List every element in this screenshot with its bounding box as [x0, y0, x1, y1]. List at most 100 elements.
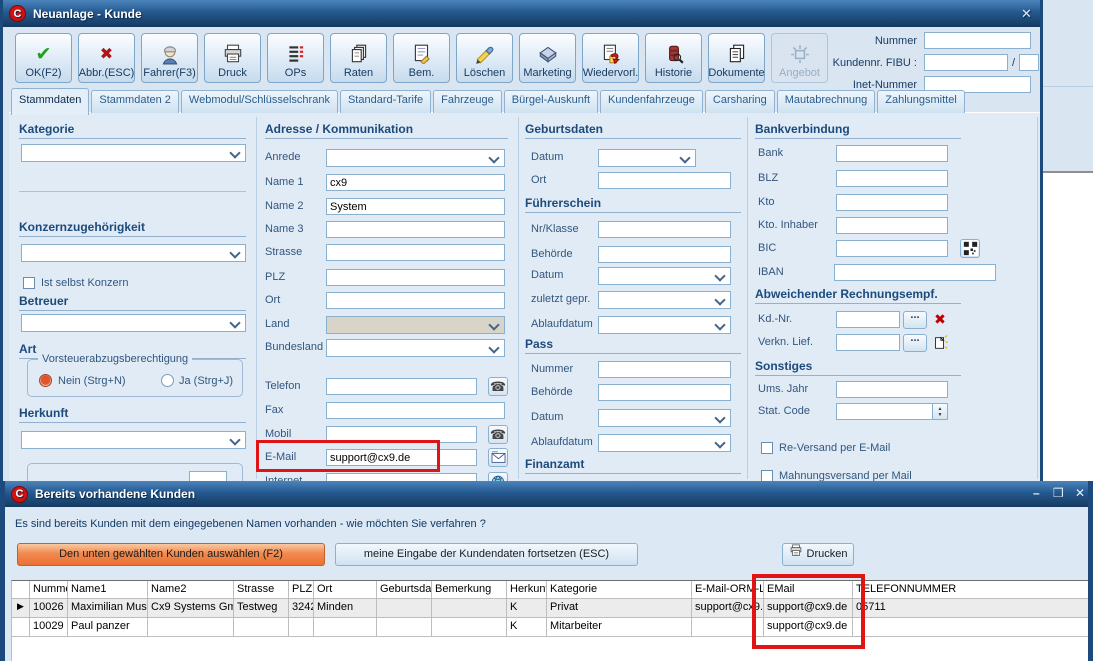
tab-stammdaten-2[interactable]: Stammdaten 2 — [91, 90, 179, 113]
close-icon[interactable]: ✕ — [1075, 486, 1085, 500]
tab-kundenfahrzeuge[interactable]: Kundenfahrzeuge — [600, 90, 703, 113]
select-land[interactable] — [326, 316, 505, 334]
tab-standard-tarife[interactable]: Standard-Tarife — [340, 90, 431, 113]
grid-header-kategorie[interactable]: Kategorie — [547, 581, 692, 599]
grid-header-bemerkung[interactable]: Bemerkung — [432, 581, 507, 599]
select-datum[interactable] — [598, 267, 731, 285]
toolbar-button-ops[interactable]: OPs — [267, 33, 324, 83]
main-titlebar[interactable]: C Neuanlage - Kunde ✕ — [3, 0, 1040, 27]
toolbar-button-bem[interactable]: Bem. — [393, 33, 450, 83]
input-telefon[interactable] — [326, 378, 477, 395]
select-datum[interactable] — [598, 409, 731, 427]
spinner-stepper[interactable]: ▲▼ — [932, 403, 948, 420]
betreuer-select[interactable] — [21, 314, 246, 332]
input-name-2[interactable] — [326, 198, 505, 215]
new-doc-icon[interactable] — [930, 333, 950, 352]
input-e-mail[interactable] — [326, 449, 477, 466]
input-kto[interactable] — [836, 194, 948, 211]
tab-mautabrechnung[interactable]: Mautabrechnung — [777, 90, 876, 113]
phone-icon[interactable]: ☎ — [488, 425, 508, 444]
partial-input[interactable] — [189, 471, 227, 481]
herkunft-select[interactable] — [21, 431, 246, 449]
select-ablaufdatum[interactable] — [598, 316, 731, 334]
input-behörde[interactable] — [598, 384, 731, 401]
re-versand-checkbox[interactable] — [761, 442, 773, 454]
tab-zahlungsmittel[interactable]: Zahlungsmittel — [877, 90, 965, 113]
tab-carsharing[interactable]: Carsharing — [705, 90, 775, 113]
kundennr-fibu-input[interactable] — [924, 54, 1008, 71]
grid-row[interactable]: 10029Paul panzerKMitarbeitersupport@cx9.… — [12, 618, 1092, 637]
input-nummer[interactable] — [598, 361, 731, 378]
row-selector-cell[interactable]: ▶ — [12, 599, 30, 618]
results-grid[interactable]: NummerName1Name2StrassePLZOrtGeburtsdatB… — [11, 580, 1092, 661]
grid-header-plz[interactable]: PLZ — [289, 581, 314, 599]
input-ums-jahr[interactable] — [836, 381, 948, 398]
toolbar-button-fahrer-f3[interactable]: Fahrer(F3) — [141, 33, 198, 83]
continue-entry-button[interactable]: meine Eingabe der Kundendaten fortsetzen… — [335, 543, 638, 566]
input-plz[interactable] — [326, 269, 505, 286]
input-mobil[interactable] — [326, 426, 477, 443]
tab-webmodul-schlüsselschrank[interactable]: Webmodul/Schlüsselschrank — [181, 90, 338, 113]
select-anrede[interactable] — [326, 149, 505, 167]
mahnungsversand-checkbox[interactable] — [761, 470, 773, 481]
grid-header-name2[interactable]: Name2 — [148, 581, 234, 599]
grid-header-e-mail-orm-l[interactable]: E-Mail-ORM-L — [692, 581, 764, 599]
toolbar-button-raten[interactable]: Raten — [330, 33, 387, 83]
input-fax[interactable] — [326, 402, 505, 419]
select-customer-button[interactable]: Den unten gewählten Kunden auswählen (F2… — [17, 543, 325, 566]
phone-icon[interactable]: ☎ — [488, 377, 508, 396]
input-iban[interactable] — [834, 264, 996, 281]
toolbar-button-druck[interactable]: Druck — [204, 33, 261, 83]
input-blz[interactable] — [836, 170, 948, 187]
toolbar-button-wiedervorl[interactable]: Wiedervorl. — [582, 33, 639, 83]
grid-row[interactable]: ▶10026Maximilian MustCx9 Systems GmTestw… — [12, 599, 1092, 618]
input-name-1[interactable] — [326, 174, 505, 191]
grid-header-nummer[interactable]: Nummer — [30, 581, 68, 599]
input-verkn-lief[interactable] — [836, 334, 900, 351]
delete-x-icon[interactable]: ✖ — [930, 310, 950, 329]
grid-header-strasse[interactable]: Strasse — [234, 581, 289, 599]
print-button[interactable]: Drucken — [782, 543, 854, 566]
input-bic[interactable] — [836, 240, 948, 257]
ellipsis-button[interactable]: ... — [903, 311, 927, 329]
input-ort[interactable] — [326, 292, 505, 309]
radio-nein[interactable] — [39, 374, 52, 387]
tab-fahrzeuge[interactable]: Fahrzeuge — [433, 90, 502, 113]
grid-header-telefonnummer[interactable]: TELEFONNUMMER — [853, 581, 1092, 599]
toolbar-button-ok-f2[interactable]: ✔OK(F2) — [15, 33, 72, 83]
grid-header-ort[interactable]: Ort — [314, 581, 377, 599]
tab-stammdaten[interactable]: Stammdaten — [11, 88, 89, 115]
toolbar-button-dokumente[interactable]: Dokumente — [708, 33, 765, 83]
grid-header-geburtsdat[interactable]: Geburtsdat — [377, 581, 432, 599]
input-nr-klasse[interactable] — [598, 221, 731, 238]
nummer-input[interactable] — [924, 32, 1031, 49]
dialog-titlebar[interactable]: C Bereits vorhandene Kunden — [5, 481, 1088, 507]
input-ort[interactable] — [598, 172, 731, 189]
qr-icon[interactable] — [960, 239, 980, 258]
select-bundesland[interactable] — [326, 339, 505, 357]
grid-header-herkunf[interactable]: Herkunf — [507, 581, 547, 599]
ist-selbst-konzern-checkbox[interactable] — [23, 277, 35, 289]
input-behörde[interactable] — [598, 246, 731, 263]
tab-bürgel-auskunft[interactable]: Bürgel-Auskunft — [504, 90, 598, 113]
input-internet[interactable] — [326, 473, 477, 481]
kundennr-fibu-suffix-input[interactable] — [1019, 54, 1039, 71]
minimize-icon[interactable]: – — [1033, 486, 1040, 500]
globe-icon[interactable] — [488, 472, 508, 481]
row-selector-cell[interactable] — [12, 618, 30, 637]
toolbar-button-historie[interactable]: Historie — [645, 33, 702, 83]
input-strasse[interactable] — [326, 244, 505, 261]
grid-header-email[interactable]: EMail — [764, 581, 853, 599]
input-kd-nr[interactable] — [836, 311, 900, 328]
radio-ja[interactable] — [161, 374, 174, 387]
ellipsis-button[interactable]: ... — [903, 334, 927, 352]
spin-down-icon[interactable]: ▼ — [938, 412, 943, 418]
select-ablaufdatum[interactable] — [598, 434, 731, 452]
input-bank[interactable] — [836, 145, 948, 162]
input-name-3[interactable] — [326, 221, 505, 238]
maximize-icon[interactable]: ❒ — [1053, 486, 1064, 500]
input-kto-inhaber[interactable] — [836, 217, 948, 234]
select-datum[interactable] — [598, 149, 696, 167]
kategorie-select[interactable] — [21, 144, 246, 162]
toolbar-button-marketing[interactable]: Marketing — [519, 33, 576, 83]
